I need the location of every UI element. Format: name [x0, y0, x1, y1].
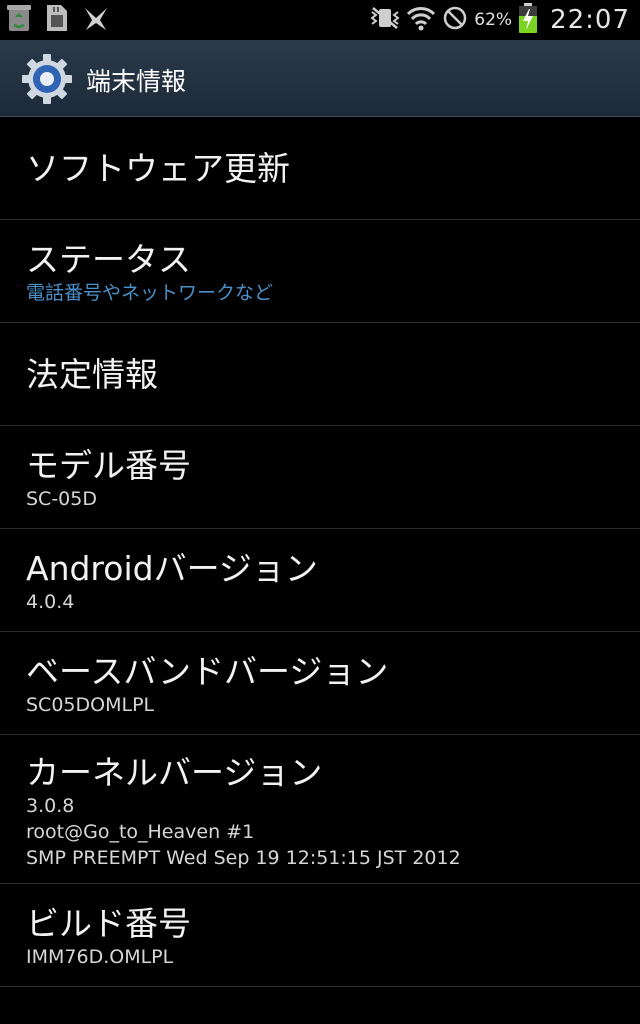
battery-percent: 62%: [474, 10, 513, 30]
list-item-kernel-version: カーネルバージョン 3.0.8 root@Go_to_Heaven #1 SMP…: [0, 735, 640, 884]
action-bar: 端末情報: [0, 40, 640, 117]
status-bar: 62% 22:07: [0, 0, 640, 40]
item-subtitle: 電話番号やネットワークなど: [26, 282, 274, 304]
item-subtitle-line3: SMP PREEMPT Wed Sep 19 12:51:15 JST 2012: [26, 847, 461, 869]
list-item-legal-info[interactable]: 法定情報: [0, 323, 640, 426]
item-subtitle: SC-05D: [26, 488, 97, 510]
about-list: ソフトウェア更新 ステータス 電話番号やネットワークなど 法定情報 モデル番号 …: [0, 117, 640, 987]
list-item-software-update[interactable]: ソフトウェア更新: [0, 117, 640, 220]
item-title: カーネルバージョン: [26, 753, 323, 792]
item-subtitle: SC05DOMLPL: [26, 694, 155, 716]
list-item-status[interactable]: ステータス 電話番号やネットワークなど: [0, 220, 640, 323]
wifi-icon: [406, 4, 436, 36]
battery-charging-icon: [518, 3, 538, 37]
item-title: ベースバンドバージョン: [26, 652, 389, 691]
mute-vibrate-icon: [370, 6, 400, 34]
usb-debug-icon: [82, 4, 110, 36]
list-item-build-number: ビルド番号 IMM76D.OMLPL: [0, 884, 640, 987]
item-subtitle: 4.0.4: [26, 591, 75, 613]
list-item-android-version[interactable]: Androidバージョン 4.0.4: [0, 529, 640, 632]
item-title: ビルド番号: [26, 904, 191, 943]
list-item-baseband-version: ベースバンドバージョン SC05DOMLPL: [0, 632, 640, 735]
list-item-model-number: モデル番号 SC-05D: [0, 426, 640, 529]
item-title: モデル番号: [26, 446, 191, 485]
item-title: 法定情報: [26, 355, 158, 394]
item-subtitle: IMM76D.OMLPL: [26, 946, 174, 968]
item-subtitle-line2: root@Go_to_Heaven #1: [26, 821, 255, 843]
item-title: ソフトウェア更新: [26, 149, 290, 188]
item-title: Androidバージョン: [26, 549, 318, 588]
settings-gear-icon[interactable]: [22, 54, 72, 104]
item-title: ステータス: [26, 240, 191, 279]
page-title: 端末情報: [86, 67, 187, 96]
item-subtitle: 3.0.8: [26, 795, 75, 817]
no-signal-icon: [442, 5, 468, 35]
recycle-icon: [6, 3, 32, 37]
clock: 22:07: [550, 5, 630, 35]
sd-card-icon: [44, 3, 70, 37]
